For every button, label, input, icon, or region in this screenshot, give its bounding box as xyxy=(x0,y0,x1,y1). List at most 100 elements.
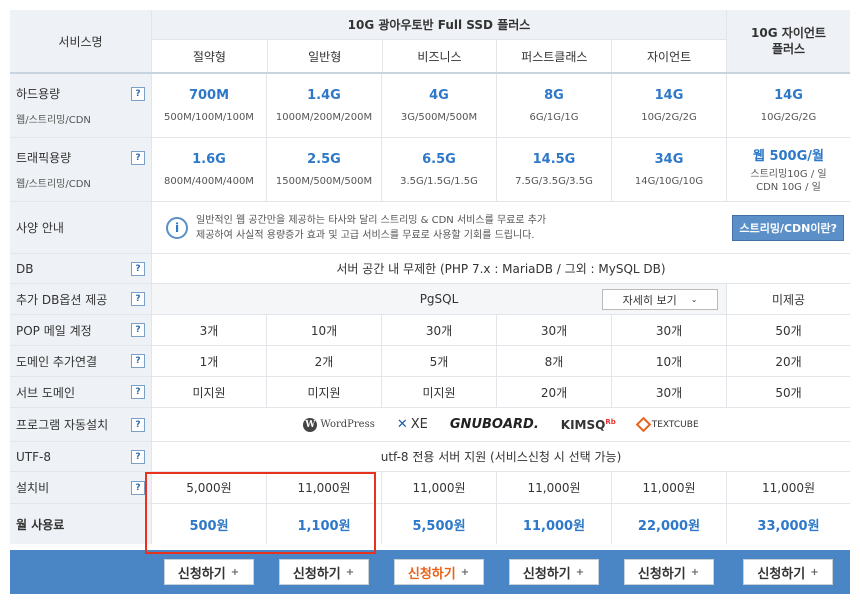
signup-label: 신청하기 xyxy=(522,566,571,582)
help-icon[interactable]: ? xyxy=(131,150,145,165)
disk-label-cell: 하드용량 웹/스트리밍/CDN ? xyxy=(10,74,151,137)
xe-logo: ✕ XE xyxy=(397,417,428,432)
signup-label: 신청하기 xyxy=(292,566,341,582)
sub-cell-2: 미지원 xyxy=(266,377,381,407)
monthly-label: 월 사용료 xyxy=(16,517,65,532)
gnuboard-logo: GNUBOARD. xyxy=(449,417,539,432)
disk-cell-3: 4G 3G/500M/500M xyxy=(381,74,496,137)
auto-logos: W WordPress ✕ XE GNUBOARD. KIMSQRb TEXTCUB… xyxy=(151,408,850,441)
disk-cell-2: 1.4G 1000M/200M/200M xyxy=(266,74,381,137)
domain-cell-1: 1개 xyxy=(151,346,266,376)
disk-detail-1: 500M/100M/100M xyxy=(164,112,254,123)
pop-cell-5: 30개 xyxy=(611,315,726,345)
signup-button-6[interactable]: 신청하기 + xyxy=(743,559,833,585)
table-row-dbopt: 추가 DB옵션 제공? PgSQL 자세히 보기 ⌄ 미제공 xyxy=(10,284,850,315)
disk-main-6: 14G xyxy=(774,88,803,103)
traffic-main-6: 웹 500G/월 xyxy=(752,149,824,164)
service-name-label: 서비스명 xyxy=(58,34,103,49)
traffic-main-1: 1.6G xyxy=(192,152,226,167)
monthly-label-cell: 월 사용료 xyxy=(10,504,151,544)
streaming-cdn-info-button[interactable]: 스트리밍/CDN이란? xyxy=(732,214,844,241)
table-row-monthly: 월 사용료 500원 1,100원 5,500원 11,000원 22,000원… xyxy=(10,504,850,544)
info-icon: i xyxy=(166,216,188,239)
table-row-utf8: UTF-8? utf-8 전용 서버 지원 (서비스신청 시 선택 가능) xyxy=(10,442,850,472)
group-title: 10G 광아우토반 Full SSD 플러스 xyxy=(152,10,726,40)
help-icon[interactable]: ? xyxy=(131,449,145,464)
plan-name-4: 퍼스트클래스 xyxy=(496,40,611,72)
signup-button-2[interactable]: 신청하기 + xyxy=(278,559,369,585)
traffic-label-cell: 트래픽용량 웹/스트리밍/CDN ? xyxy=(10,138,151,201)
setup-cell-5: 11,000원 xyxy=(611,472,726,503)
spec-label-cell: 사양 안내 xyxy=(10,202,151,253)
details-select[interactable]: 자세히 보기 ⌄ xyxy=(602,289,718,310)
disk-main-1: 700M xyxy=(188,88,230,103)
signup-button-3[interactable]: 신청하기 + xyxy=(393,559,484,585)
db-label-cell: DB? xyxy=(10,254,151,283)
wordpress-logo: W WordPress xyxy=(303,417,375,432)
spec-text-2: 제공하여 사실적 용량증가 효과 및 고급 서비스를 무료로 사용할 기회를 드… xyxy=(196,229,535,241)
plus-icon: + xyxy=(230,566,240,578)
traffic-cell-6: 웹 500G/월 스트리밍10G / 일 CDN 10G / 일 xyxy=(726,138,850,201)
db-label: DB xyxy=(16,261,34,276)
help-icon[interactable]: ? xyxy=(131,385,145,399)
traffic-cell-3: 6.5G 3.5G/1.5G/1.5G xyxy=(381,138,496,201)
plan-name-5: 자이언트 xyxy=(611,40,726,72)
plus-icon: + xyxy=(690,566,700,578)
traffic-detail-6a: 스트리밍10G / 일 xyxy=(750,169,827,180)
disk-main-3: 4G xyxy=(429,88,449,103)
setup-cell-3: 11,000원 xyxy=(381,472,496,503)
auto-label-cell: 프로그램 자동설치? xyxy=(10,408,151,441)
disk-label: 하드용량 xyxy=(16,87,61,101)
plus-icon: + xyxy=(345,566,355,578)
sub-cell-3: 미지원 xyxy=(381,377,496,407)
traffic-detail-2: 1500M/500M/500M xyxy=(275,176,373,187)
disk-cell-4: 8G 6G/1G/1G xyxy=(496,74,611,137)
table-header: 서비스명 10G 광아우토반 Full SSD 플러스 절약형 일반형 비즈니스… xyxy=(10,10,850,74)
signup-button-4[interactable]: 신청하기 + xyxy=(508,559,599,585)
signup-button-5[interactable]: 신청하기 + xyxy=(623,559,714,585)
pop-cell-4: 30개 xyxy=(496,315,611,345)
disk-detail-5: 10G/2G/2G xyxy=(641,112,697,123)
domain-cell-4: 8개 xyxy=(496,346,611,376)
plan-name-3: 비즈니스 xyxy=(381,40,497,72)
dbopt-value: PgSQL xyxy=(419,292,459,306)
help-icon[interactable]: ? xyxy=(131,261,145,276)
traffic-label: 트래픽용량 xyxy=(16,151,72,165)
help-icon[interactable]: ? xyxy=(131,323,145,337)
traffic-main-5: 34G xyxy=(654,152,684,167)
utf-label-cell: UTF-8? xyxy=(10,442,151,471)
help-icon[interactable]: ? xyxy=(131,292,145,306)
signup-label: 신청하기 xyxy=(177,566,226,582)
db-value: 서버 공간 내 무제한 (PHP 7.x : MariaDB / 그외 : My… xyxy=(151,254,850,283)
plan-group-header: 10G 광아우토반 Full SSD 플러스 절약형 일반형 비즈니스 퍼스트클… xyxy=(151,10,726,72)
wordpress-text: WordPress xyxy=(320,419,375,430)
domain-cell-2: 2개 xyxy=(266,346,381,376)
sub-cell-6: 50개 xyxy=(726,377,850,407)
traffic-detail-1: 800M/400M/400M xyxy=(164,176,254,187)
spec-text-1: 일반적인 웹 공간만을 제공하는 타사와 달리 스트리밍 & CDN 서비스를 … xyxy=(196,214,547,226)
dbopt-value-cell: PgSQL 자세히 보기 ⌄ xyxy=(151,284,726,314)
dbopt-label-cell: 추가 DB옵션 제공? xyxy=(10,284,151,314)
pop-cell-6: 50개 xyxy=(726,315,850,345)
setup-label-cell: 설치비? xyxy=(10,472,151,503)
help-icon[interactable]: ? xyxy=(131,86,145,101)
traffic-main-2: 2.5G xyxy=(307,152,341,167)
help-icon[interactable]: ? xyxy=(131,417,145,432)
signup-label: 신청하기 xyxy=(637,566,686,582)
domain-cell-6: 20개 xyxy=(726,346,850,376)
highlight-box xyxy=(145,472,376,554)
domain-cell-5: 10개 xyxy=(611,346,726,376)
pop-label-cell: POP 메일 계정? xyxy=(10,315,151,345)
dbopt-label: 추가 DB옵션 제공 xyxy=(16,292,108,307)
domain-label: 도메인 추가연결 xyxy=(16,354,98,369)
signup-button-1[interactable]: 신청하기 + xyxy=(163,559,254,585)
pop-cell-3: 30개 xyxy=(381,315,496,345)
auto-label: 프로그램 자동설치 xyxy=(16,418,109,432)
help-icon[interactable]: ? xyxy=(131,354,145,368)
table-row-domain: 도메인 추가연결? 1개 2개 5개 8개 10개 20개 xyxy=(10,346,850,377)
disk-main-2: 1.4G xyxy=(307,88,341,103)
kimsq-logo: KIMSQRb xyxy=(560,417,616,432)
help-icon[interactable]: ? xyxy=(131,480,145,495)
disk-detail-2: 1000M/200M/200M xyxy=(275,112,373,123)
traffic-cell-2: 2.5G 1500M/500M/500M xyxy=(266,138,381,201)
